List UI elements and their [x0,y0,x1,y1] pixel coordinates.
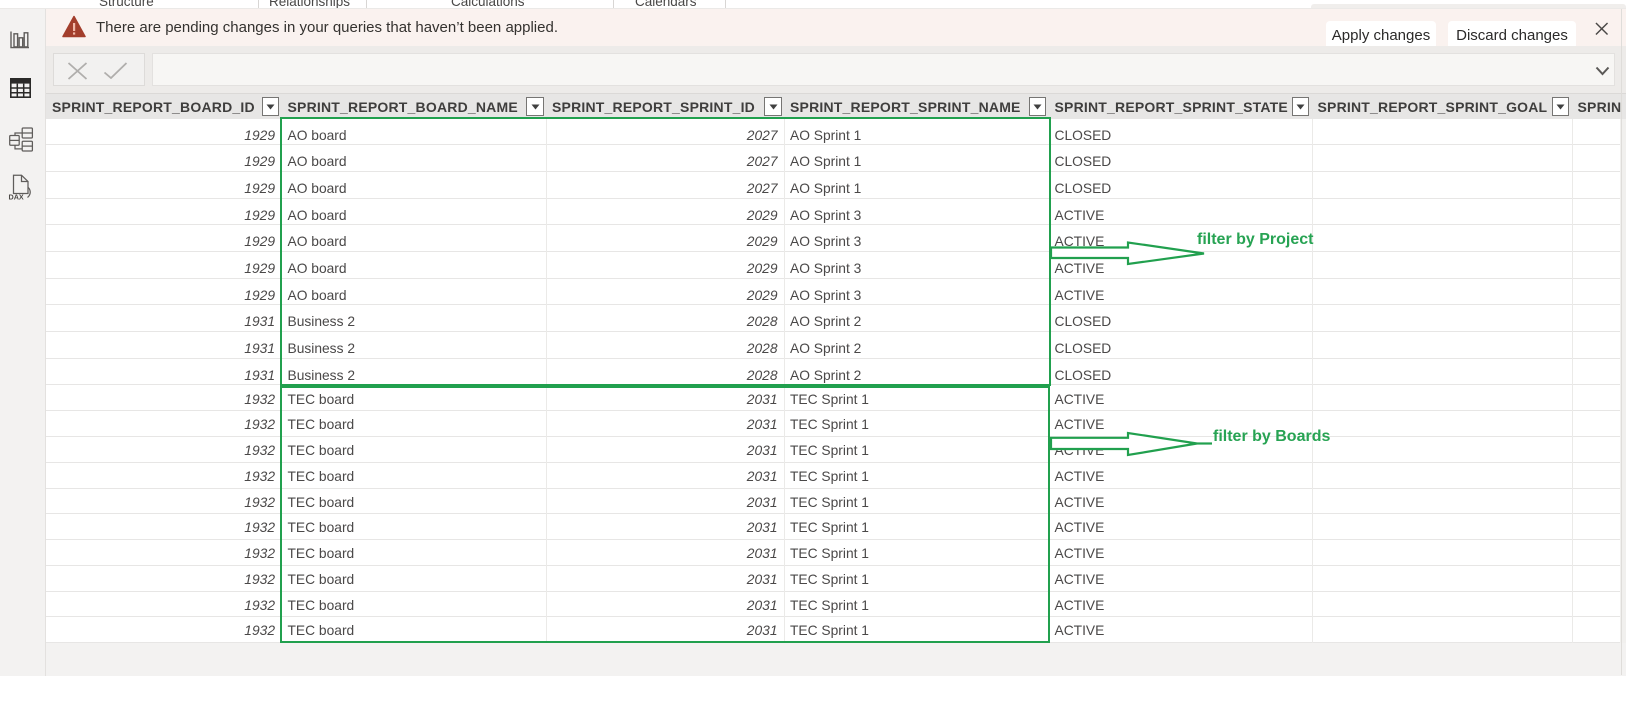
svg-text:DAX: DAX [9,192,24,201]
